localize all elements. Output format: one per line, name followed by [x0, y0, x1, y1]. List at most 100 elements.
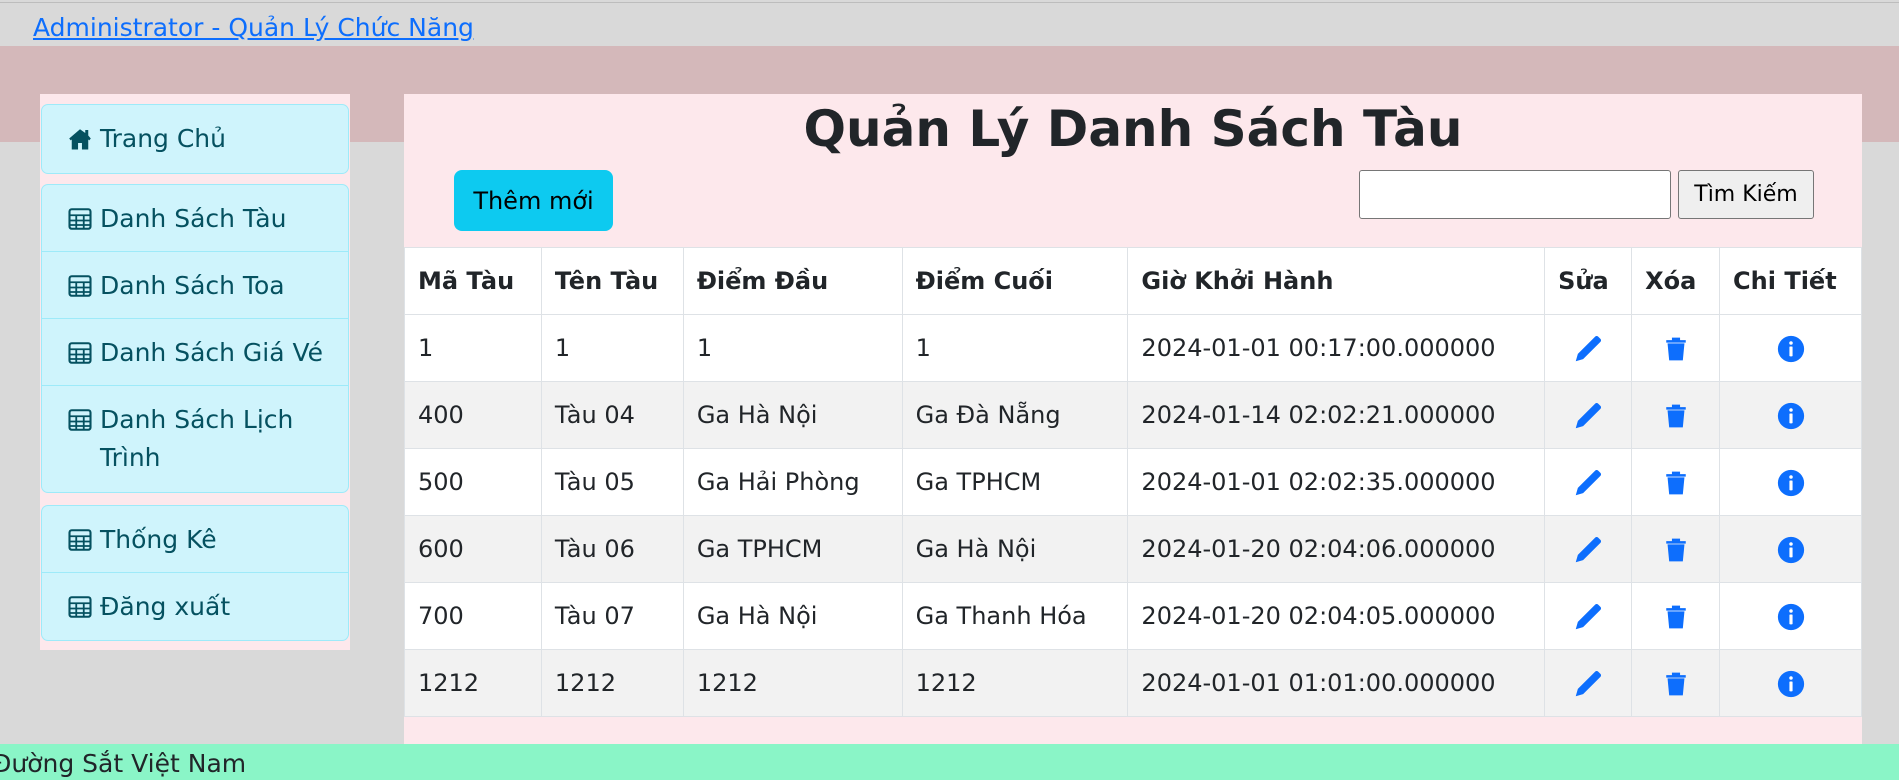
- delete-button[interactable]: [1663, 602, 1689, 630]
- column-header: Mã Tàu: [404, 247, 542, 315]
- edit-button[interactable]: [1574, 401, 1602, 429]
- end-station-cell: Ga Thanh Hóa: [901, 582, 1129, 650]
- sidebar-group-lists: Danh Sách Tàu Danh Sách Toa Danh Sách Gi…: [41, 184, 349, 493]
- top-bar: Administrator - Quản Lý Chức Năng: [0, 2, 1899, 46]
- train-id-cell: 400: [404, 381, 542, 449]
- sidebar-item-statistics[interactable]: Thống Kê: [42, 506, 348, 573]
- departure-time-cell: 2024-01-20 02:04:06.000000: [1127, 515, 1546, 583]
- details-button[interactable]: [1777, 602, 1805, 630]
- details-button[interactable]: [1777, 468, 1805, 496]
- house-icon: [69, 129, 91, 150]
- end-station-cell: Ga Đà Nẵng: [901, 381, 1129, 449]
- sidebar-item-carriages[interactable]: Danh Sách Toa: [42, 252, 348, 319]
- delete-button-cell: [1631, 582, 1721, 650]
- pencil-icon: [1575, 402, 1602, 428]
- train-name-cell: Tàu 07: [540, 582, 684, 650]
- column-header: Giờ Khởi Hành: [1127, 247, 1546, 315]
- details-button[interactable]: [1777, 669, 1805, 697]
- footer: Đường Sắt Việt Nam: [0, 744, 1899, 780]
- table-icon: [68, 529, 92, 551]
- column-header: Sửa: [1544, 247, 1633, 315]
- sidebar-group-misc: Thống Kê Đăng xuất: [41, 505, 349, 641]
- main-panel: Quản Lý Danh Sách Tàu Thêm mới Tìm Kiếm …: [404, 94, 1862, 744]
- search-button[interactable]: Tìm Kiếm: [1678, 170, 1814, 219]
- start-station-cell: Ga TPHCM: [682, 515, 903, 583]
- edit-button[interactable]: [1574, 669, 1602, 697]
- admin-title-link[interactable]: Administrator - Quản Lý Chức Năng: [33, 13, 474, 42]
- pencil-icon: [1575, 670, 1602, 696]
- details-button-cell: [1719, 448, 1862, 516]
- start-station-cell: 1212: [682, 649, 903, 717]
- table-row: 600 Tàu 06 Ga TPHCM Ga Hà Nội 2024-01-20 02:…: [404, 515, 1862, 583]
- edit-button[interactable]: [1574, 535, 1602, 563]
- delete-button-cell: [1631, 314, 1721, 382]
- sidebar-item-label: Trang Chủ: [100, 124, 227, 153]
- delete-button[interactable]: [1663, 334, 1689, 362]
- edit-button-cell: [1544, 649, 1633, 717]
- add-new-button[interactable]: Thêm mới: [454, 170, 613, 231]
- end-station-cell: 1: [901, 314, 1129, 382]
- sidebar-item-home[interactable]: Trang Chủ: [42, 105, 348, 173]
- edit-button[interactable]: [1574, 334, 1602, 362]
- table-row: 1212 1212 1212 1212 2024-01-01 01:01:00.0000…: [404, 649, 1862, 717]
- departure-time-cell: 2024-01-01 00:17:00.000000: [1127, 314, 1546, 382]
- table-icon: [68, 275, 92, 297]
- details-button-cell: [1719, 381, 1862, 449]
- train-id-cell: 700: [404, 582, 542, 650]
- footer-text: Đường Sắt Việt Nam: [0, 749, 247, 778]
- sidebar-item-schedules[interactable]: Danh Sách Lịch Trình: [42, 386, 348, 492]
- edit-button-cell: [1544, 381, 1633, 449]
- column-header: Điểm Đầu: [682, 247, 903, 315]
- sidebar-group-home: Trang Chủ: [41, 104, 349, 174]
- info-circle-icon: [1777, 536, 1804, 563]
- trash-icon: [1665, 404, 1686, 427]
- delete-button-cell: [1631, 448, 1721, 516]
- table-icon: [68, 409, 92, 431]
- train-name-cell: 1212: [540, 649, 684, 717]
- delete-button-cell: [1631, 381, 1721, 449]
- page-title: Quản Lý Danh Sách Tàu: [803, 100, 1463, 158]
- table-row: 500 Tàu 05 Ga Hải Phòng Ga TPHCM 2024-01-01 …: [404, 448, 1862, 516]
- sidebar-item-logout[interactable]: Đăng xuất: [42, 573, 348, 640]
- details-button[interactable]: [1777, 334, 1805, 362]
- trash-icon: [1665, 672, 1686, 695]
- table-icon: [68, 208, 92, 230]
- train-name-cell: Tàu 05: [540, 448, 684, 516]
- details-button-cell: [1719, 582, 1862, 650]
- edit-button-cell: [1544, 582, 1633, 650]
- table-row: 700 Tàu 07 Ga Hà Nội Ga Thanh Hóa 2024-01-20…: [404, 582, 1862, 650]
- delete-button-cell: [1631, 649, 1721, 717]
- search-input[interactable]: [1359, 170, 1671, 219]
- start-station-cell: Ga Hà Nội: [682, 582, 903, 650]
- table-icon: [68, 596, 92, 618]
- train-name-cell: 1: [540, 314, 684, 382]
- column-header: Xóa: [1631, 247, 1721, 315]
- info-circle-icon: [1777, 670, 1804, 697]
- departure-time-cell: 2024-01-01 02:02:35.000000: [1127, 448, 1546, 516]
- pencil-icon: [1575, 335, 1602, 361]
- edit-button[interactable]: [1574, 602, 1602, 630]
- trash-icon: [1665, 337, 1686, 360]
- departure-time-cell: 2024-01-14 02:02:21.000000: [1127, 381, 1546, 449]
- delete-button[interactable]: [1663, 669, 1689, 697]
- column-header: Điểm Cuối: [901, 247, 1129, 315]
- pencil-icon: [1575, 536, 1602, 562]
- details-button[interactable]: [1777, 401, 1805, 429]
- delete-button[interactable]: [1663, 468, 1689, 496]
- sidebar-item-label: Danh Sách Toa: [100, 271, 285, 300]
- delete-button[interactable]: [1663, 401, 1689, 429]
- start-station-cell: Ga Hà Nội: [682, 381, 903, 449]
- details-button[interactable]: [1777, 535, 1805, 563]
- info-circle-icon: [1777, 603, 1804, 630]
- table-row: 1 1 1 1 2024-01-01 00:17:00.000000: [404, 314, 1862, 382]
- sidebar-item-fares[interactable]: Danh Sách Giá Vé: [42, 319, 348, 386]
- departure-time-cell: 2024-01-20 02:04:05.000000: [1127, 582, 1546, 650]
- delete-button[interactable]: [1663, 535, 1689, 563]
- pencil-icon: [1575, 603, 1602, 629]
- train-id-cell: 600: [404, 515, 542, 583]
- edit-button[interactable]: [1574, 468, 1602, 496]
- end-station-cell: Ga TPHCM: [901, 448, 1129, 516]
- sidebar-item-trains[interactable]: Danh Sách Tàu: [42, 185, 348, 252]
- train-id-cell: 1212: [404, 649, 542, 717]
- column-header: Chi Tiết: [1719, 247, 1862, 315]
